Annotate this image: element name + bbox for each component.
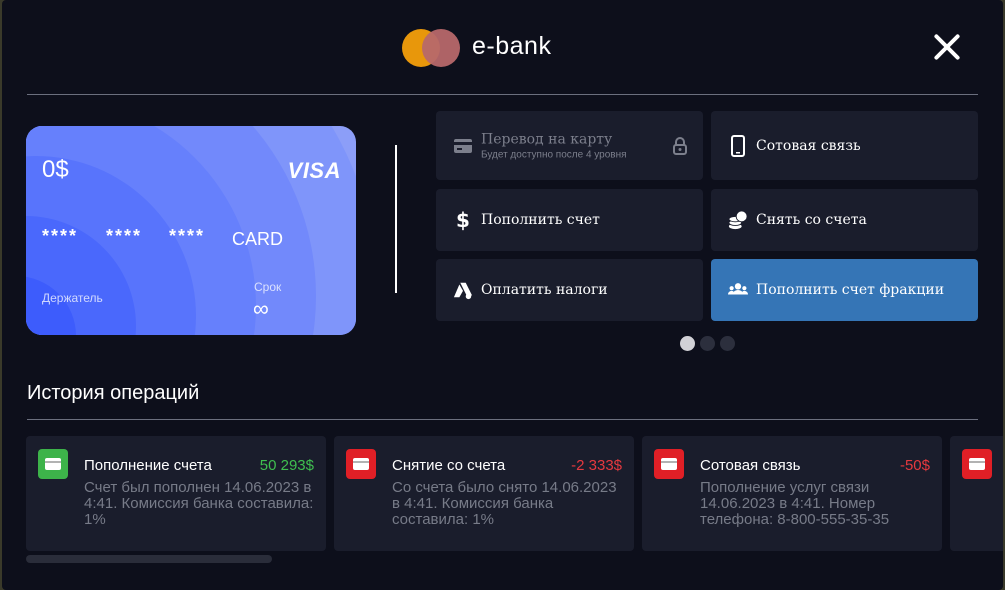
history-item[interactable]: Пополнение счета 50 293$ Счет был пополн… [26, 436, 326, 551]
operation-description: Со счета было снято 14.06.2023 в 4:41. К… [392, 479, 617, 528]
pagination-dot-1[interactable] [680, 336, 695, 351]
history-divider [27, 419, 978, 420]
service-deposit[interactable]: $ Пополнить счет [436, 189, 703, 251]
history-title: История операций [27, 382, 200, 404]
pagination-dot-3[interactable] [720, 336, 735, 351]
operation-title: Снятие со счета [392, 457, 506, 474]
header-divider [27, 94, 978, 95]
service-label: Перевод на карту [481, 131, 613, 147]
dollar-icon: $ [456, 209, 470, 231]
phone-icon [731, 134, 745, 157]
pagination-dot-2[interactable] [700, 336, 715, 351]
card-term-label: Срок [254, 280, 282, 294]
history-item[interactable]: Снятие со счета -2 333$ Со счета было сн… [334, 436, 634, 551]
bank-logo [402, 29, 462, 67]
card-holder-label: Держатель [42, 291, 103, 305]
operation-title: Пополнение счета [84, 457, 212, 474]
coins-icon [728, 210, 748, 230]
visa-logo: VISA [287, 158, 341, 183]
service-faction-deposit[interactable]: Пополнить счет фракции [711, 259, 978, 321]
card-number-group: **** [42, 226, 79, 246]
history-item-partial[interactable] [950, 436, 1003, 551]
service-card-transfer[interactable]: Перевод на карту Будет доступно после 4 … [436, 111, 703, 180]
operation-amount: 50 293$ [259, 457, 314, 474]
card-number-last: CARD [232, 229, 284, 249]
service-taxes[interactable]: Оплатить налоги [436, 259, 703, 321]
svg-text:$: $ [456, 209, 470, 231]
bank-modal: e-bank 0$ VISA **** **** **** CARD Держа… [2, 0, 1003, 590]
operation-title: Сотовая связь [700, 457, 801, 474]
operation-description: Счет был пополнен 14.06.2023 в 4:41. Ком… [84, 479, 314, 528]
lock-icon [673, 136, 687, 155]
card-icon [454, 138, 472, 153]
bank-card: 0$ VISA **** **** **** CARD Держатель Ср… [26, 126, 356, 335]
operation-amount: -2 333$ [571, 457, 622, 474]
service-label: Сотовая связь [756, 137, 861, 154]
operation-amount: -50$ [899, 457, 930, 474]
brand-name: e-bank [472, 32, 552, 60]
card-number-group: **** [169, 226, 206, 246]
service-mobile[interactable]: Сотовая связь [711, 111, 978, 180]
vertical-divider [395, 145, 397, 293]
withdraw-card-icon [346, 449, 376, 479]
card-term-value: ∞ [253, 296, 269, 321]
tax-icon [453, 282, 473, 300]
service-withdraw[interactable]: Снять со счета [711, 189, 978, 251]
users-icon [728, 283, 748, 295]
operation-description: Пополнение услуг связи 14.06.2023 в 4:41… [700, 479, 890, 528]
card-balance: 0$ [42, 156, 69, 183]
service-label: Оплатить налоги [481, 282, 608, 298]
card-number-group: **** [106, 226, 143, 246]
history-item[interactable]: Сотовая связь -50$ Пополнение услуг связ… [642, 436, 942, 551]
service-label: Пополнить счет [481, 212, 600, 228]
header: e-bank [2, 0, 1003, 95]
mobile-card-icon [654, 449, 684, 479]
close-icon[interactable] [932, 32, 962, 62]
card-icon [962, 449, 992, 479]
history-scrollbar[interactable] [26, 555, 272, 563]
deposit-card-icon [38, 449, 68, 479]
service-label: Пополнить счет фракции [756, 282, 945, 298]
service-sublabel: Будет доступно после 4 уровня [481, 149, 627, 160]
service-label: Снять со счета [756, 212, 867, 228]
